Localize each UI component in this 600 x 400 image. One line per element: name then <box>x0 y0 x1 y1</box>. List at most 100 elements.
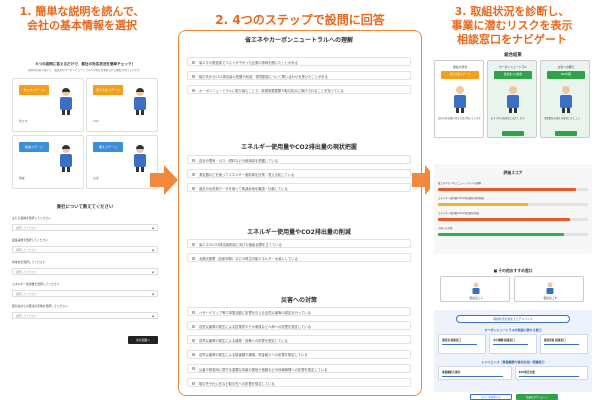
person-illustration-icon <box>553 83 579 113</box>
advice-cards-2: 事業継続力強化 BCP策定支援 <box>438 366 588 382</box>
advice-card[interactable]: 環境省 相談窓口 <box>438 334 486 354</box>
consult-card-label: 相談窓口 B <box>543 297 557 300</box>
question-option[interactable]: 自然災害等の発生による従業員やその家族など人命への影響を想定している <box>187 321 411 331</box>
question-option[interactable]: 測定器などを使ってエネルギー使用量を計測・見える化している <box>187 169 411 179</box>
stage-tag: 省エネステージ <box>19 85 49 95</box>
next-button-label: 次の画面へ <box>136 338 150 342</box>
radio-icon <box>192 242 195 246</box>
question-text: ハザードマップ等で事業活動に影響を与える自然災害等の想定を行っている <box>199 310 311 315</box>
result-card-text: 自社の排出量の見える化が進んでいます <box>438 117 481 120</box>
question-option[interactable]: 太陽光発電（自家消費）などの再生可能エネルギーを導入している <box>187 253 411 263</box>
field-placeholder: 選択してください <box>16 271 37 274</box>
score-label: 災害への対策 <box>438 227 453 230</box>
question-option[interactable]: 取引先からCO2排出量の把握や削減、環境配慮について問い合わせを受けたことがある <box>187 71 411 81</box>
field-select[interactable]: 選択してください <box>12 290 158 297</box>
result-card-tag: 見える化ステージ <box>441 71 479 79</box>
radio-icon <box>192 186 195 190</box>
field-select[interactable]: 選択してください <box>12 224 158 231</box>
result-card-title: 貴社の状況 <box>453 65 467 69</box>
person-illustration-icon <box>543 280 557 294</box>
advice-card-link <box>493 344 528 345</box>
score-row: エネルギー使用量やCO2排出量の削減 <box>438 212 588 226</box>
question-text: 省エネや脱炭素でコストが下がった企業の事例を聞いたことがある <box>199 60 298 65</box>
person-illustration-icon <box>500 83 526 113</box>
score-fill <box>438 233 564 236</box>
stage-cards: 省エネステージ 省エネ 見える化ステージ CO2 削減ステージ 削減 備えステージ 災害 <box>12 78 158 190</box>
advice-card-link <box>518 376 579 377</box>
step2-heading: 2. 4つのステップで設問に回答 <box>178 13 422 27</box>
question-option[interactable]: 災害や緊急時に関する重要な情報の発信や連絡などの情報管理への影響を想定している <box>187 363 411 373</box>
question-option[interactable]: 自然災害等の発生による被害額や補償、資金繰りへの影響を想定している <box>187 349 411 359</box>
panel1-intro: 国内外の取引先から、脱炭素やカーボンニュートラルへの対応を求められる機会が増えて… <box>28 69 142 72</box>
advice-card[interactable]: 事業継続力強化 <box>438 366 512 380</box>
retry-button[interactable]: もう一度診断する <box>470 394 512 400</box>
question-option[interactable]: 自社の電気・ガス・燃料などの使用量を把握している <box>187 155 411 164</box>
result-card-text: おすすめの取組をご紹介します <box>491 117 525 120</box>
radio-icon <box>192 60 195 64</box>
consult-title: ■ その他おすすめ窓口 <box>430 268 596 274</box>
stage-card: 削減ステージ 削減 <box>12 135 84 189</box>
form-title: 貴社について教えてください <box>56 205 114 210</box>
arrow-right-icon <box>150 165 178 195</box>
field-label: エネルギー使用量を選択してください <box>12 282 60 286</box>
score-bars: 省エネやカーボンニュートラルへの理解 エネルギー使用量やCO2排出量の現状把握 エネ… <box>438 182 588 248</box>
stage-tag: 備えステージ <box>93 142 123 152</box>
chevron-down-icon <box>151 226 155 230</box>
field-label: 資本金を選択してください <box>12 260 46 264</box>
result-title: 総合結果 <box>504 53 522 58</box>
result-card: 貴社の状況見える化ステージ自社の排出量の見える化が進んでいます <box>434 60 484 138</box>
radio-icon <box>192 74 195 78</box>
question-option[interactable]: 取引先や仕入先など取引先への影響を想定している <box>187 378 411 387</box>
advice-cards: 環境省 相談窓口 中小機構 相談窓口 都道府県 相談窓口 <box>438 334 588 356</box>
consult-card[interactable]: 相談窓口 B <box>514 276 584 302</box>
stage-label: 省エネ <box>19 119 79 123</box>
advice-card[interactable]: 都道府県 相談窓口 <box>540 334 588 354</box>
advice-card-link <box>442 344 477 345</box>
stage-label-text: 災害 <box>93 176 99 180</box>
question-option[interactable]: カーボンニュートラルに取り組むことで、新規事業展開や取引拡大に繋げられることを知… <box>187 85 411 95</box>
score-label: エネルギー使用量やCO2排出量の削減 <box>438 212 479 215</box>
score-fill <box>438 203 528 206</box>
advice-banner-text: 取組状況を踏まえたアドバイス <box>493 317 533 321</box>
advice-card[interactable]: 中小機構 相談窓口 <box>489 334 537 354</box>
radio-icon <box>192 256 195 260</box>
question-option[interactable]: 自然災害等の発生による建物・設備への影響を想定している <box>187 335 411 345</box>
form-field: エネルギー使用量を選択してください選択してください <box>12 282 158 302</box>
chevron-down-icon <box>151 314 155 318</box>
question-text: 太陽光発電（自家消費）などの再生可能エネルギーを導入している <box>199 256 298 261</box>
result-card-button[interactable] <box>555 131 577 136</box>
advice-card-link <box>442 376 503 377</box>
step3-heading-line2: 事業に潜むリスクを表示 <box>451 19 573 32</box>
result-card-title: カーボンニュートラル <box>499 65 527 69</box>
result-card-button[interactable] <box>502 131 524 136</box>
section-title: エネルギー使用量やCO2排出量の現状把握 <box>241 144 357 151</box>
field-select[interactable]: 選択してください <box>12 246 158 253</box>
question-option[interactable]: ハザードマップ等で事業活動に影響を与える自然災害等の想定を行っている <box>187 307 411 316</box>
step1-heading-line2: 会社の基本情報を選択 <box>27 19 137 32</box>
next-button[interactable]: 次の画面へ <box>128 336 158 344</box>
radio-icon <box>192 310 195 314</box>
radio-icon <box>192 172 195 176</box>
field-select[interactable]: 選択してください <box>12 312 158 319</box>
result-card-tag-text: 脱炭素への取組 <box>503 73 523 76</box>
consult-card[interactable]: 相談窓口 A <box>440 276 510 302</box>
question-list: 省エネやカーボンニュートラルへの理解 省エネや脱炭素でコストが下がった企業の事例を… <box>179 31 419 393</box>
question-option[interactable]: 省エネや脱炭素でコストが下がった企業の事例を聞いたことがある <box>187 57 411 66</box>
question-text: 省エネやCO2排出量削減に向けた取組目標を立てている <box>199 242 282 247</box>
person-illustration-icon <box>127 85 153 115</box>
advice-card-label: BCP策定支援 <box>518 371 535 374</box>
question-option[interactable]: 過去の光熱費データを使って削減余地を確認・比較している <box>187 183 411 193</box>
person-illustration-icon <box>53 85 79 115</box>
score-fill <box>438 218 570 221</box>
question-option[interactable]: 省エネやCO2排出量削減に向けた取組目標を立てている <box>187 239 411 248</box>
advice-card[interactable]: BCP策定支援 <box>514 366 588 380</box>
stage-tag-text: 備えステージ <box>99 145 117 149</box>
panel1-title: ４つの設問に答えるだけで、貴社の対応状況を簡単チェック！ <box>34 62 136 66</box>
field-select[interactable]: 選択してください <box>12 268 158 275</box>
advice-card-link <box>544 344 579 345</box>
question-text: 自然災害等の発生による被害額や補償、資金繰りへの影響を想定している <box>199 353 308 358</box>
radio-icon <box>192 88 195 92</box>
result-card-title: 災害への備え <box>557 65 575 69</box>
download-button[interactable]: 結果をダウンロード <box>516 394 558 400</box>
consult-title-text: その他おすすめ窓口 <box>498 268 533 273</box>
